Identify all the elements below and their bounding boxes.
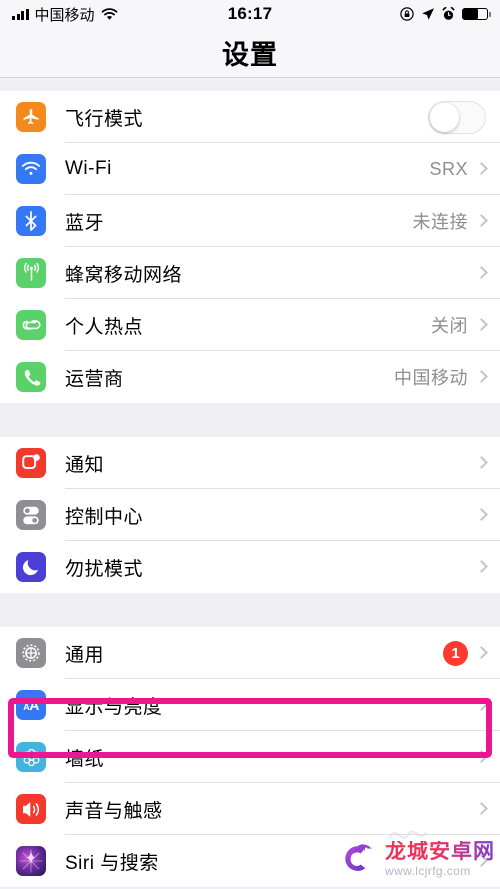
row-accessory <box>475 560 500 573</box>
row-accessory <box>475 802 500 815</box>
row-accessory <box>475 266 500 279</box>
settings-row-airplane-mode[interactable]: 飞行模式 <box>0 91 500 143</box>
battery-icon <box>462 8 491 20</box>
settings-row-label: 墙纸 <box>65 748 105 770</box>
settings-group-alerts: 通知 控制中心 勿扰模式 <box>0 437 500 593</box>
row-value: 未连接 <box>412 212 468 232</box>
settings-row-carrier[interactable]: 运营商 中国移动 <box>0 351 500 403</box>
phone-icon <box>16 362 46 392</box>
do-not-disturb-moon-icon <box>16 552 46 582</box>
row-value: 关闭 <box>431 316 468 336</box>
aa-glyph: AA <box>23 697 39 713</box>
row-accessory <box>475 750 500 763</box>
settings-row-hotspot[interactable]: 个人热点 关闭 <box>0 299 500 351</box>
bluetooth-icon <box>16 206 46 236</box>
chevron-right-icon <box>475 318 488 331</box>
settings-row-label: 声音与触感 <box>65 800 163 822</box>
location-arrow-icon <box>422 8 434 20</box>
dragon-logo-icon <box>345 844 372 871</box>
navigation-bar: 设置 <box>0 28 500 78</box>
row-value: SRX <box>429 158 468 179</box>
siri-icon <box>16 846 46 876</box>
wifi-icon <box>16 154 46 184</box>
control-center-icon <box>16 500 46 530</box>
settings-list: 飞行模式 Wi-Fi SRX 蓝牙 未连接 蜂窝移动网络 个人热点 关闭 运营商… <box>0 79 500 887</box>
chevron-right-icon <box>475 162 488 175</box>
row-accessory: SRX <box>429 159 500 180</box>
settings-row-label: 显示与亮度 <box>65 696 163 718</box>
settings-row-wallpaper[interactable]: 墙纸 <box>0 731 500 783</box>
watermark-title: 龙城安卓网 <box>385 840 495 863</box>
watermark-url: www.lcjrfg.com <box>385 864 471 878</box>
list-top-gap <box>0 79 500 91</box>
settings-screen: 中国移动 16:17 设置 飞行模式 Wi-Fi SRX 蓝牙 未连接 蜂窝移动… <box>0 0 500 889</box>
chevron-right-icon <box>475 266 488 279</box>
settings-row-label: 通用 <box>65 644 105 666</box>
airplane-icon <box>16 102 46 132</box>
row-accessory: 1 <box>443 640 500 666</box>
row-value: 中国移动 <box>394 368 468 388</box>
settings-row-display-brightness[interactable]: AA 显示与亮度 <box>0 679 500 731</box>
group-gap-2 <box>0 593 500 627</box>
row-accessory <box>475 456 500 469</box>
settings-group-connectivity: 飞行模式 Wi-Fi SRX 蓝牙 未连接 蜂窝移动网络 个人热点 关闭 运营商… <box>0 91 500 403</box>
settings-row-label: 蜂窝移动网络 <box>65 264 183 286</box>
settings-row-label: 蓝牙 <box>65 212 105 234</box>
wallpaper-flower-icon <box>16 742 46 772</box>
row-accessory <box>475 508 500 521</box>
chevron-right-icon <box>475 802 488 815</box>
settings-row-control-center[interactable]: 控制中心 <box>0 489 500 541</box>
status-badge: 1 <box>443 640 468 666</box>
row-accessory <box>428 100 500 134</box>
chevron-right-icon <box>475 214 488 227</box>
settings-row-cellular[interactable]: 蜂窝移动网络 <box>0 247 500 299</box>
alarm-clock-icon <box>442 7 455 20</box>
row-accessory: 关闭 <box>431 312 500 338</box>
settings-row-general[interactable]: 通用 1 <box>0 627 500 679</box>
settings-row-bluetooth[interactable]: 蓝牙 未连接 <box>0 195 500 247</box>
settings-row-do-not-disturb[interactable]: 勿扰模式 <box>0 541 500 593</box>
display-brightness-icon: AA <box>16 690 46 720</box>
status-bar-right <box>400 7 491 21</box>
chevron-right-icon <box>475 560 488 573</box>
status-bar: 中国移动 16:17 <box>0 0 500 28</box>
notifications-icon <box>16 448 46 478</box>
watermark: 龙城安卓网 www.lcjrfg.com <box>335 837 495 881</box>
chevron-right-icon <box>475 646 488 659</box>
chevron-right-icon <box>475 456 488 469</box>
settings-row-notifications[interactable]: 通知 <box>0 437 500 489</box>
page-title: 设置 <box>222 40 278 70</box>
cellular-icon <box>16 258 46 288</box>
settings-row-label: 飞行模式 <box>65 108 144 130</box>
settings-row-label: 个人热点 <box>65 316 144 338</box>
row-accessory: 中国移动 <box>394 364 500 390</box>
row-accessory <box>475 698 500 711</box>
speaker-icon <box>16 794 46 824</box>
settings-row-label: 通知 <box>65 454 105 476</box>
chevron-right-icon <box>475 698 488 711</box>
chevron-right-icon <box>475 508 488 521</box>
settings-row-wifi[interactable]: Wi-Fi SRX <box>0 143 500 195</box>
settings-row-label: Siri 与搜索 <box>65 852 159 874</box>
settings-row-label: 勿扰模式 <box>65 558 144 580</box>
chevron-right-icon <box>475 750 488 763</box>
gear-icon <box>16 638 46 668</box>
settings-row-label: 控制中心 <box>65 506 144 528</box>
chevron-right-icon <box>475 370 488 383</box>
airplane-mode-toggle[interactable] <box>428 100 486 134</box>
group-gap-1 <box>0 403 500 437</box>
settings-row-label: Wi-Fi <box>65 158 112 179</box>
row-accessory: 未连接 <box>413 208 500 234</box>
watermark-text: 龙城安卓网 www.lcjrfg.com <box>385 841 495 877</box>
settings-row-label: 运营商 <box>65 368 124 390</box>
rotation-lock-icon <box>400 7 414 21</box>
hotspot-icon <box>16 310 46 340</box>
